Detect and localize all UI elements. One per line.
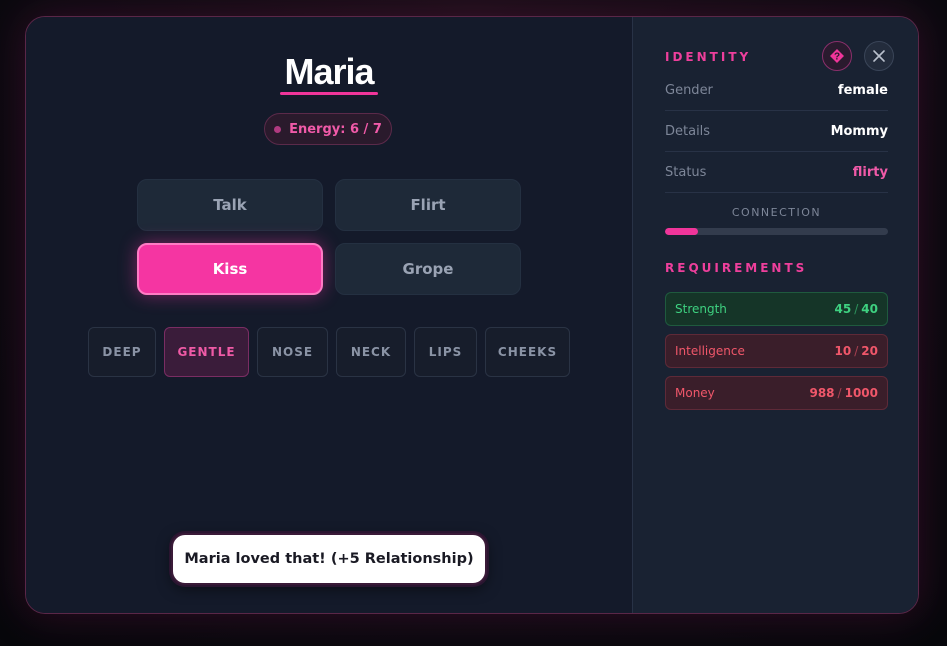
notification-toast: Maria loved that! (+5 Relationship)	[171, 533, 487, 585]
energy-dot-icon	[274, 125, 282, 133]
energy-label: Energy: 6 / 7	[289, 121, 382, 137]
requirement-name: Strength	[675, 302, 727, 316]
kiss-option-nose[interactable]: NOSE	[257, 327, 328, 377]
grope-button[interactable]: Grope	[335, 243, 521, 295]
connection-label: CONNECTION	[731, 206, 822, 219]
help-button[interactable]: ?	[822, 41, 852, 71]
gender-label: Gender	[665, 82, 713, 98]
requirement-name: Money	[675, 386, 715, 400]
requirement-value: 45/40	[835, 302, 878, 316]
requirement-required: 40	[861, 302, 878, 316]
interaction-panel: Maria Energy: 6 / 7 Talk Flirt Kiss Grop…	[26, 17, 632, 613]
status-value: flirty	[852, 164, 888, 180]
character-name: Maria	[284, 51, 374, 92]
details-label: Details	[665, 123, 711, 139]
requirement-current: 10	[834, 344, 852, 358]
close-button[interactable]	[864, 41, 894, 71]
identity-row-status: Status flirty	[665, 152, 888, 193]
requirement-current: 988	[809, 386, 835, 400]
requirement-required: 20	[861, 344, 878, 358]
identity-row-details: Details Mommy	[665, 111, 888, 152]
kiss-button[interactable]: Kiss	[137, 243, 323, 295]
requirements-title: REQUIREMENTS	[665, 261, 808, 275]
requirement-current: 45	[834, 302, 852, 316]
interaction-dialog: Maria Energy: 6 / 7 Talk Flirt Kiss Grop…	[25, 16, 919, 614]
name-underline	[280, 92, 378, 95]
connection-bar-fill	[665, 228, 699, 235]
requirement-value: 10/20	[835, 344, 878, 358]
energy-badge: Energy: 6 / 7	[264, 113, 392, 145]
gender-value: female	[837, 82, 888, 98]
svg-text:?: ?	[834, 52, 840, 63]
requirement-value: 988/1000	[809, 386, 878, 400]
kiss-option-lips[interactable]: LIPS	[414, 327, 477, 377]
status-label: Status	[665, 164, 707, 180]
info-sidebar: IDENTITY ? Gender female Details Mommy S…	[632, 17, 918, 613]
question-diamond-icon: ?	[830, 49, 844, 63]
requirement-required: 1000	[844, 386, 878, 400]
close-icon	[873, 50, 885, 62]
details-value: Mommy	[830, 123, 888, 139]
kiss-option-neck[interactable]: NECK	[336, 327, 406, 377]
kiss-option-gentle[interactable]: GENTLE	[164, 327, 249, 377]
requirement-separator: /	[854, 302, 859, 316]
requirement-strength: Strength 45/40	[665, 292, 888, 326]
kiss-option-deep[interactable]: DEEP	[88, 327, 156, 377]
identity-title: IDENTITY	[665, 50, 752, 64]
kiss-option-cheeks[interactable]: CHEEKS	[485, 327, 570, 377]
requirement-name: Intelligence	[675, 344, 745, 358]
talk-button[interactable]: Talk	[137, 179, 323, 231]
connection-bar	[665, 228, 888, 235]
requirement-separator: /	[837, 386, 842, 400]
identity-row-gender: Gender female	[665, 70, 888, 111]
requirement-money: Money 988/1000	[665, 376, 888, 410]
requirement-separator: /	[854, 344, 859, 358]
requirement-intelligence: Intelligence 10/20	[665, 334, 888, 368]
flirt-button[interactable]: Flirt	[335, 179, 521, 231]
